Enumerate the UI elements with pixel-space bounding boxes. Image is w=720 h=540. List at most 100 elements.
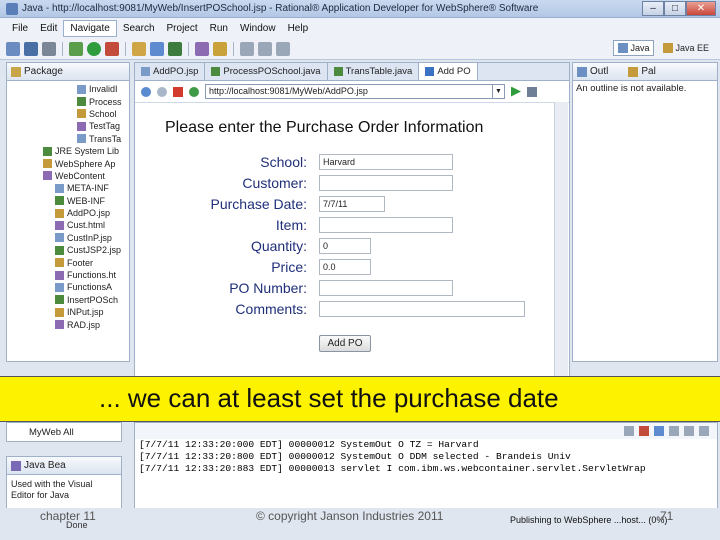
- menu-search[interactable]: Search: [117, 21, 161, 36]
- menu-file[interactable]: File: [6, 21, 34, 36]
- scroll-lock-icon[interactable]: [654, 426, 664, 436]
- purchase-date-label: Purchase Date:: [210, 196, 308, 212]
- file-icon: [77, 134, 86, 144]
- menu-run[interactable]: Run: [204, 21, 234, 36]
- page-number: 71: [660, 509, 674, 523]
- menu-navigate[interactable]: Navigate: [63, 19, 117, 37]
- go-icon[interactable]: [511, 86, 521, 97]
- package-explorer: Package InvalidI Process School TestTag Tran…: [6, 62, 130, 362]
- purchase-date-input[interactable]: 7/7/11: [319, 196, 385, 212]
- stop-icon[interactable]: [173, 86, 183, 97]
- lower-left-view: MyWeb All: [6, 422, 122, 442]
- quantity-label: Quantity:: [250, 238, 307, 254]
- pin-console-icon[interactable]: [669, 426, 679, 436]
- tree-item[interactable]: Cust.html: [7, 219, 129, 231]
- tree-item[interactable]: WebSphere Ap: [7, 157, 129, 169]
- minimize-button[interactable]: –: [642, 0, 664, 16]
- file-icon: [55, 208, 64, 218]
- new-java-project-icon[interactable]: [132, 41, 146, 56]
- new-icon[interactable]: [6, 41, 20, 56]
- tab-addpo-jsp[interactable]: AddPO.jsp: [135, 63, 206, 80]
- menu-help[interactable]: Help: [282, 21, 315, 36]
- annotation-next-icon[interactable]: [240, 41, 254, 56]
- form-row-comments: Comments:: [135, 299, 555, 320]
- minimize-view-icon[interactable]: [699, 426, 709, 436]
- tab-transtable[interactable]: TransTable.java: [328, 63, 420, 80]
- save-icon[interactable]: [24, 41, 38, 56]
- perspective-java[interactable]: Java: [613, 40, 655, 56]
- caption-text: ... we can at least set the purchase dat…: [99, 383, 559, 413]
- tree-item[interactable]: WebContent: [7, 170, 129, 182]
- clear-console-icon[interactable]: [624, 426, 634, 436]
- url-field[interactable]: http://localhost:9081/MyWeb/AddPO.jsp ▼: [205, 84, 505, 99]
- comments-label: Comments:: [235, 301, 307, 317]
- school-input[interactable]: Harvard: [319, 154, 453, 170]
- jsp-file-icon: [141, 67, 150, 76]
- open-type-icon[interactable]: [195, 41, 209, 56]
- menu-edit[interactable]: Edit: [34, 21, 63, 36]
- package-tree: InvalidI Process School TestTag TransTa JRE S…: [7, 81, 129, 333]
- close-button[interactable]: ✕: [686, 0, 716, 16]
- tab-outline[interactable]: Outl: [590, 66, 608, 77]
- tree-item[interactable]: CustJSP2.jsp: [7, 244, 129, 256]
- package-explorer-tab[interactable]: Package: [7, 63, 129, 81]
- terminate-icon[interactable]: [639, 426, 649, 436]
- back-icon[interactable]: [258, 41, 272, 56]
- tree-item[interactable]: WEB-INF: [7, 195, 129, 207]
- maximize-button[interactable]: □: [664, 0, 686, 16]
- myweb-all-item[interactable]: MyWeb All: [29, 427, 74, 438]
- tree-item[interactable]: JRE System Lib: [7, 145, 129, 157]
- file-icon: [55, 233, 64, 243]
- menu-icon[interactable]: [527, 86, 537, 97]
- external-tools-icon[interactable]: [105, 41, 119, 56]
- tree-item[interactable]: INPut.jsp: [7, 306, 129, 318]
- tree-item[interactable]: CustInP.jsp: [7, 232, 129, 244]
- tree-item-label: WebContent: [55, 170, 105, 181]
- item-input[interactable]: [319, 217, 453, 233]
- tree-item[interactable]: FunctionsA: [7, 281, 129, 293]
- forward-arrow-icon[interactable]: [157, 86, 167, 97]
- back-arrow-icon[interactable]: [141, 86, 151, 97]
- tree-item[interactable]: AddPO.jsp: [7, 207, 129, 219]
- perspective-java-ee[interactable]: Java EE: [658, 40, 714, 56]
- new-package-icon[interactable]: [150, 41, 164, 56]
- add-po-button[interactable]: Add PO: [319, 335, 371, 352]
- tree-item[interactable]: RAD.jsp: [7, 318, 129, 330]
- customer-input[interactable]: [319, 175, 453, 191]
- form-row-school: School: Harvard: [135, 152, 555, 173]
- menu-project[interactable]: Project: [161, 21, 204, 36]
- display-console-icon[interactable]: [684, 426, 694, 436]
- chevron-down-icon[interactable]: ▼: [492, 85, 504, 98]
- search-icon[interactable]: [213, 41, 227, 56]
- tab-add-po[interactable]: Add PO: [419, 63, 478, 80]
- editor-scrollbar[interactable]: [554, 102, 568, 378]
- javabean-tab[interactable]: Java Bea: [7, 457, 121, 475]
- tree-item[interactable]: META-INF: [7, 182, 129, 194]
- menu-window[interactable]: Window: [234, 21, 282, 36]
- forward-icon[interactable]: [276, 41, 290, 56]
- outline-icon: [577, 66, 587, 77]
- tree-item[interactable]: Footer: [7, 256, 129, 268]
- refresh-icon[interactable]: [189, 86, 199, 97]
- tab-palette[interactable]: Pal: [641, 66, 655, 77]
- tree-item[interactable]: InsertPOSch: [7, 294, 129, 306]
- file-icon: [55, 282, 64, 292]
- tree-item[interactable]: Process: [7, 95, 129, 107]
- browser-icon: [425, 67, 435, 76]
- po-number-input[interactable]: [319, 280, 453, 296]
- quantity-input[interactable]: 0: [319, 238, 371, 254]
- form-row-price: Price: 0.0: [135, 257, 555, 278]
- tab-processposchool[interactable]: ProcessPOSchool.java: [205, 63, 328, 80]
- tree-item[interactable]: Functions.ht: [7, 269, 129, 281]
- price-input[interactable]: 0.0: [319, 259, 371, 275]
- tree-item[interactable]: InvalidI: [7, 83, 129, 95]
- print-icon[interactable]: [42, 41, 56, 56]
- run-icon[interactable]: [87, 41, 101, 56]
- debug-icon[interactable]: [69, 41, 83, 56]
- comments-input[interactable]: [319, 301, 525, 317]
- package-icon: [11, 66, 21, 77]
- tree-item[interactable]: TransTa: [7, 133, 129, 145]
- tree-item[interactable]: TestTag: [7, 120, 129, 132]
- new-class-icon[interactable]: [168, 41, 182, 56]
- tree-item[interactable]: School: [7, 108, 129, 120]
